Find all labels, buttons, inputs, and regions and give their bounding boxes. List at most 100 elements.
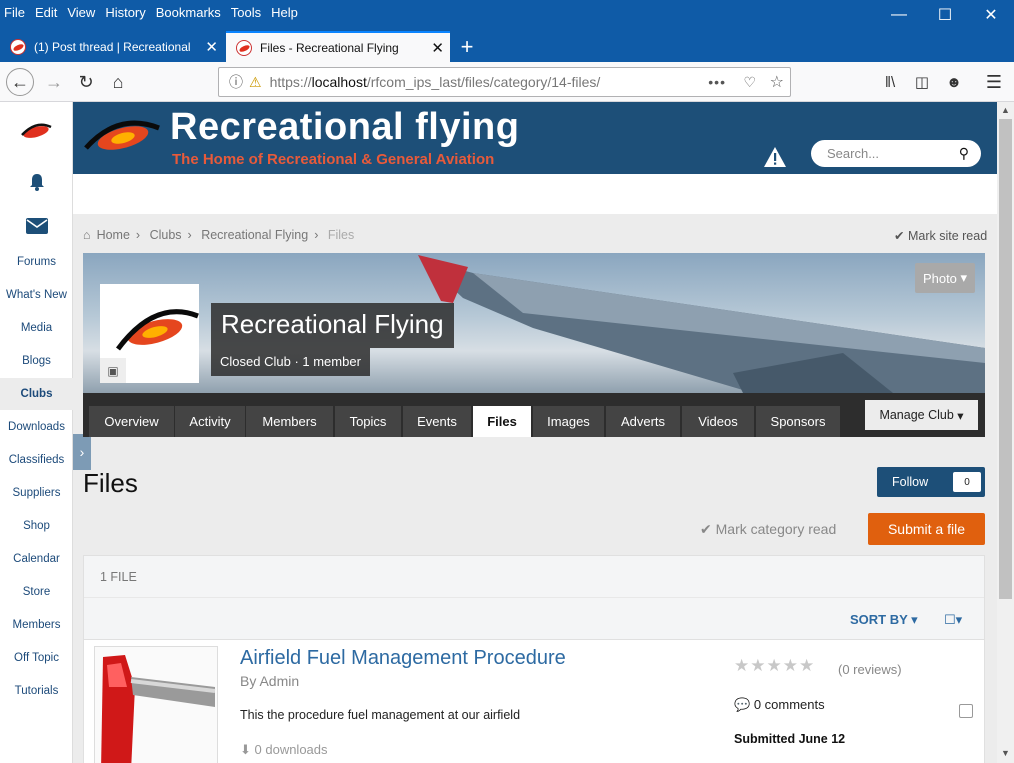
select-all-checkbox[interactable]: ☐▾ [944,612,962,628]
reload-icon[interactable]: ↻ [72,68,100,96]
web-page: Forums What's New Media Blogs Clubs Down… [0,102,997,763]
menu-history[interactable]: History [105,5,145,20]
sidebar-icon[interactable]: ◫ [908,68,936,96]
sort-by-dropdown[interactable]: SORT BY ▾ [850,612,918,628]
photo-button[interactable]: Photo ▾ [915,263,975,293]
nav-suppliers[interactable]: Suppliers [0,487,73,499]
checkmark-icon: ✔ [894,229,908,243]
navigation-toolbar: ← → ↻ ⌂ ⓘ ⚠ https://localhost/rfcom_ips_… [0,62,1014,102]
tab-sponsors[interactable]: Sponsors [756,406,840,437]
home-icon[interactable]: ⌂ [104,68,132,96]
nav-tutorials[interactable]: Tutorials [0,685,73,697]
mark-category-read-link[interactable]: ✔ Mark category read [700,521,836,538]
nav-blogs[interactable]: Blogs [0,355,73,367]
browser-titlebar: File Edit View History Bookmarks Tools H… [0,0,1014,62]
tab-members[interactable]: Members [246,406,333,437]
nav-members[interactable]: Members [0,619,73,631]
file-downloads: ⬇ 0 downloads [240,742,328,757]
menu-tools[interactable]: Tools [231,5,261,20]
warning-icon[interactable] [763,146,787,168]
airplane-wing-image [418,255,985,393]
tab-close-icon[interactable]: ✕ [205,38,218,56]
club-avatar[interactable]: ▣ [100,284,199,383]
follow-count-badge: 0 [953,472,981,492]
file-title[interactable]: Airfield Fuel Management Procedure [240,647,566,670]
site-logo-icon[interactable] [83,116,161,158]
tab-videos[interactable]: Videos [682,406,754,437]
new-tab-plus-icon[interactable]: + [456,31,478,62]
nav-downloads[interactable]: Downloads [0,421,73,433]
club-meta: Closed Club · 1 member [211,348,370,376]
file-author[interactable]: By Admin [240,673,299,689]
submit-file-button[interactable]: Submit a file [868,513,985,545]
scroll-up-arrow-icon[interactable]: ▲ [1001,105,1010,115]
nav-forums[interactable]: Forums [0,256,73,268]
tab-close-icon[interactable]: ✕ [431,39,444,57]
tab-title: (1) Post thread | Recreational Fl [34,39,194,54]
row-select-checkbox[interactable] [959,704,973,718]
maximize-button[interactable]: ☐ [922,0,968,30]
menu-edit[interactable]: Edit [35,5,57,20]
home-icon: ⌂ [83,228,91,242]
tab-topics[interactable]: Topics [335,406,401,437]
breadcrumb-current: Files [327,228,355,242]
pocket-icon[interactable]: ♡ [743,74,756,91]
scroll-down-arrow-icon[interactable]: ▼ [1001,748,1010,758]
menu-file[interactable]: File [4,5,25,20]
nav-clubs[interactable]: Clubs [0,378,73,410]
tab-events[interactable]: Events [403,406,471,437]
url-text[interactable]: https://localhost/rfcom_ips_last/files/c… [270,74,601,90]
tab-post-thread[interactable]: (1) Post thread | Recreational Fl ✕ [0,31,224,62]
tab-files[interactable]: Files [473,406,531,437]
site-title[interactable]: Recreational flying [170,106,519,149]
menu-bookmarks[interactable]: Bookmarks [156,5,221,20]
notifications-bell-icon[interactable] [27,172,47,192]
site-logo-icon[interactable] [18,122,54,140]
search-input[interactable]: Search... ⚲ [811,140,981,167]
tab-overview[interactable]: Overview [89,406,174,437]
club-tabs-bar: Overview Activity Members Topics Events … [83,393,985,437]
breadcrumb-home[interactable]: Home [97,228,130,242]
follow-button[interactable]: Follow 0 [877,467,985,497]
forward-arrow-icon[interactable]: → [40,68,68,96]
search-icon[interactable]: ⚲ [959,145,969,162]
expand-panel-chevron-icon[interactable]: › [73,434,91,470]
nav-calendar[interactable]: Calendar [0,553,73,565]
minimize-button[interactable]: — [876,0,922,30]
manage-club-button[interactable]: Manage Club ▾ [865,400,978,430]
menu-view[interactable]: View [67,5,95,20]
page-actions-icon[interactable]: ••• [708,74,726,90]
tab-adverts[interactable]: Adverts [606,406,680,437]
bookmark-star-icon[interactable]: ☆ [770,72,784,92]
insecure-lock-icon[interactable]: ⚠ [249,74,262,91]
breadcrumb-club[interactable]: Recreational Flying [201,228,308,242]
change-image-icon[interactable]: ▣ [100,358,126,383]
info-icon[interactable]: ⓘ [229,72,243,92]
back-arrow-icon[interactable]: ← [6,68,34,96]
account-icon[interactable]: ☻ [940,68,968,96]
club-member-count[interactable]: 1 member [302,354,361,369]
tab-images[interactable]: Images [533,406,604,437]
nav-classifieds[interactable]: Classifieds [0,454,73,466]
nav-whats-new[interactable]: What's New [0,289,73,301]
scroll-thumb[interactable] [999,119,1012,599]
fuel-nozzle-image [95,647,217,763]
library-icon[interactable]: ‖\ [876,68,904,96]
mark-site-read-link[interactable]: ✔ Mark site read [894,228,987,243]
tab-activity[interactable]: Activity [175,406,245,437]
tab-files[interactable]: Files - Recreational Flying ✕ [226,31,450,62]
file-thumbnail[interactable] [94,646,218,763]
nav-shop[interactable]: Shop [0,520,73,532]
nav-store[interactable]: Store [0,586,73,598]
url-bar[interactable]: ⓘ ⚠ https://localhost/rfcom_ips_last/fil… [218,67,791,97]
breadcrumb-clubs[interactable]: Clubs [150,228,182,242]
page-scrollbar[interactable]: ▲ ▼ [997,102,1014,763]
search-placeholder: Search... [827,146,880,161]
nav-media[interactable]: Media [0,322,73,334]
menu-help[interactable]: Help [271,5,298,20]
nav-off-topic[interactable]: Off Topic [0,652,73,664]
file-list: 1 FILE SORT BY ▾ ☐▾ Airfield Fuel Manage… [83,555,985,763]
messages-envelope-icon[interactable] [26,218,48,234]
hamburger-menu-icon[interactable]: ☰ [980,68,1008,96]
close-window-button[interactable]: ✕ [968,0,1014,30]
